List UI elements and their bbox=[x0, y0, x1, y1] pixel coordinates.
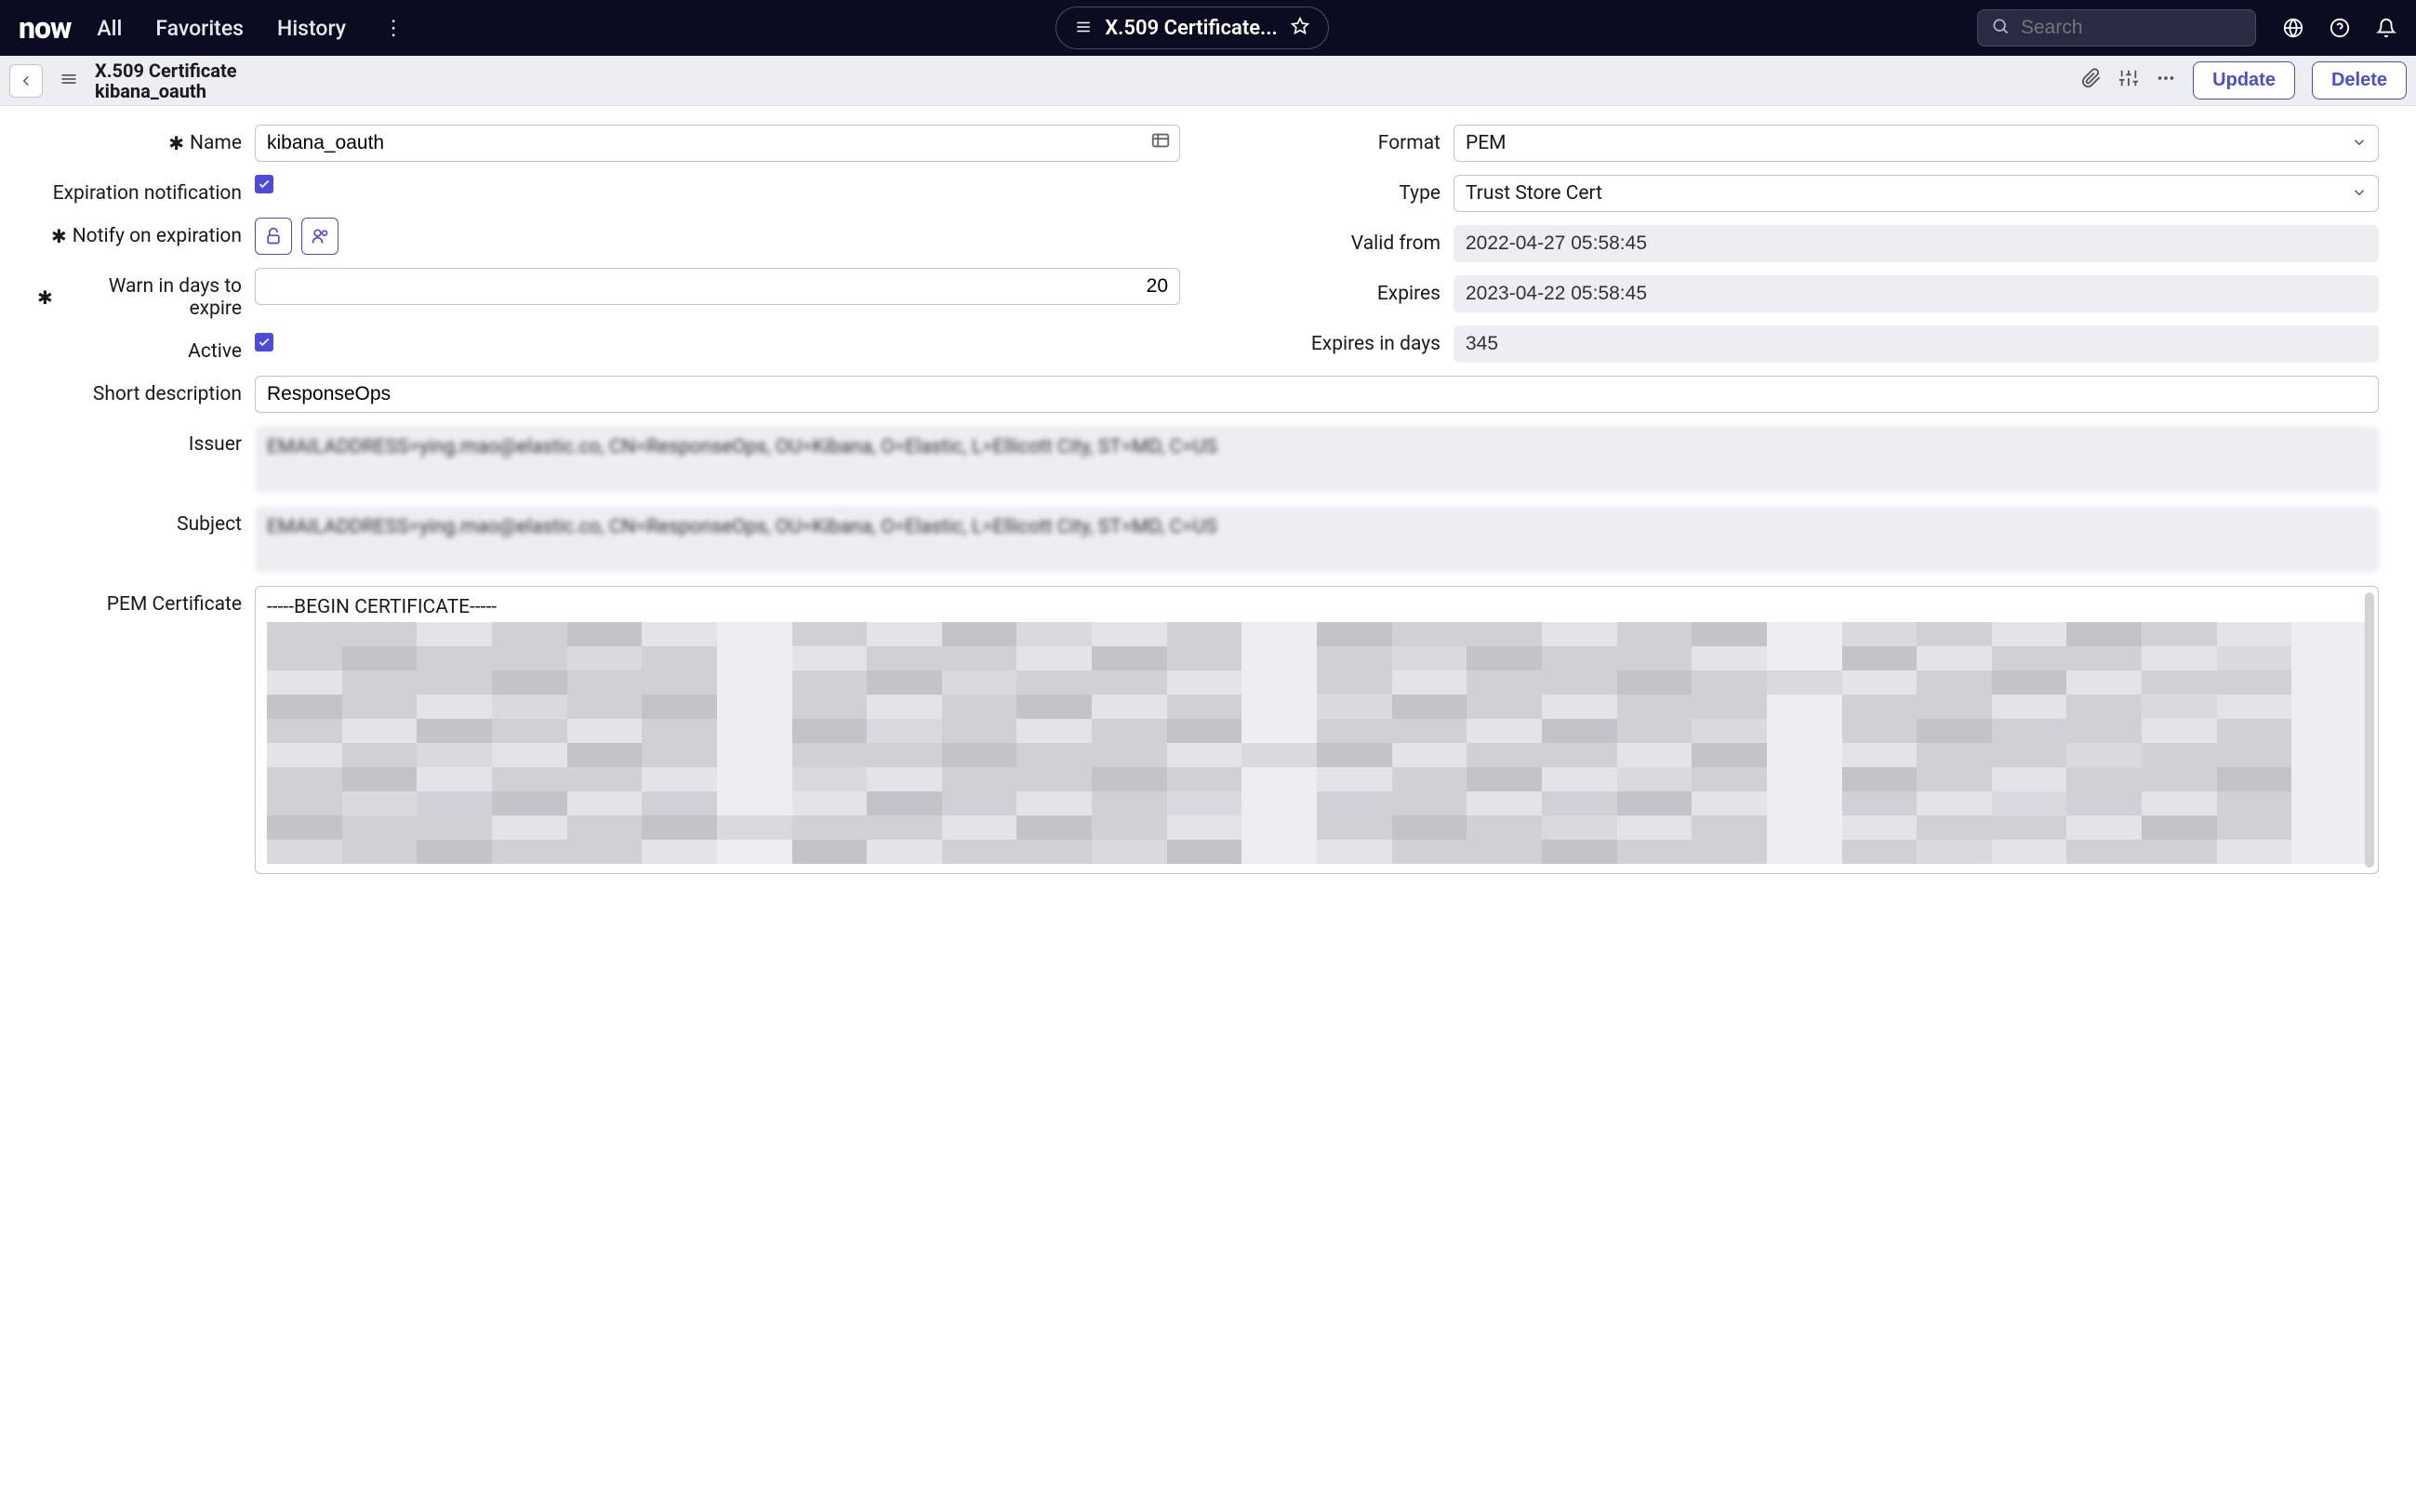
list-icon bbox=[1075, 15, 1092, 41]
short-description-input[interactable] bbox=[255, 376, 2379, 413]
nav-item-favorites[interactable]: Favorites bbox=[155, 16, 244, 41]
menu-icon[interactable] bbox=[56, 64, 82, 98]
active-label: Active bbox=[37, 333, 242, 363]
expires-in-days-label: Expires in days bbox=[1236, 325, 1440, 355]
form-right-column: Format PEM Type bbox=[1236, 125, 2379, 363]
notify-on-expiration-label: ✱ Notify on expiration bbox=[37, 218, 242, 247]
search-icon bbox=[1991, 15, 2010, 41]
filter-icon[interactable] bbox=[2118, 68, 2139, 94]
nav-item-history[interactable]: History bbox=[277, 16, 346, 41]
expiration-notification-checkbox[interactable] bbox=[255, 175, 273, 193]
redacted-mosaic bbox=[267, 622, 2367, 864]
valid-from-field bbox=[1454, 225, 2379, 262]
active-checkbox[interactable] bbox=[255, 333, 273, 351]
suggestion-icon[interactable] bbox=[1150, 130, 1171, 156]
mandatory-icon: ✱ bbox=[51, 225, 67, 247]
form-area: ✱ Name Expiration notification bbox=[0, 106, 2416, 893]
valid-from-label: Valid from bbox=[1236, 225, 1440, 255]
search-input[interactable] bbox=[2021, 17, 2242, 39]
nav-item-all[interactable]: All bbox=[97, 16, 122, 41]
type-label: Type bbox=[1236, 175, 1440, 205]
issuer-field: EMAILADDRESS=ying.mao@elastic.co, CN=Res… bbox=[255, 426, 2379, 493]
logo: now bbox=[19, 10, 71, 46]
mandatory-icon: ✱ bbox=[37, 286, 53, 309]
page-title-name: kibana_oauth bbox=[95, 81, 237, 101]
attachment-icon[interactable] bbox=[2081, 68, 2102, 94]
nav-right bbox=[2282, 17, 2397, 39]
pem-certificate-input[interactable]: -----BEGIN CERTIFICATE----- bbox=[255, 586, 2379, 874]
add-user-button[interactable] bbox=[301, 218, 339, 255]
update-button[interactable]: Update bbox=[2193, 61, 2295, 99]
breadcrumb-title: X.509 Certificate... bbox=[1105, 17, 1278, 40]
subheader: X.509 Certificate kibana_oauth Update De… bbox=[0, 56, 2416, 106]
subject-field: EMAILADDRESS=ying.mao@elastic.co, CN=Res… bbox=[255, 506, 2379, 573]
subheader-actions: Update Delete bbox=[2081, 61, 2407, 99]
issuer-label: Issuer bbox=[37, 426, 242, 456]
nav-more-icon[interactable]: ⋮ bbox=[379, 17, 407, 40]
warn-days-input[interactable] bbox=[255, 268, 1180, 305]
expires-field bbox=[1454, 275, 2379, 312]
nav-items: All Favorites History ⋮ bbox=[97, 16, 407, 41]
name-label: ✱ Name bbox=[37, 125, 242, 154]
top-nav: now All Favorites History ⋮ X.509 Certif… bbox=[0, 0, 2416, 56]
pem-header-text: -----BEGIN CERTIFICATE----- bbox=[256, 587, 2378, 622]
expires-in-days-field bbox=[1454, 325, 2379, 363]
breadcrumb-pill[interactable]: X.509 Certificate... bbox=[1055, 7, 1329, 49]
subject-label: Subject bbox=[37, 506, 242, 536]
pem-redacted-body bbox=[267, 622, 2367, 864]
page-title: X.509 Certificate kibana_oauth bbox=[95, 60, 237, 101]
help-icon[interactable] bbox=[2329, 17, 2351, 39]
mandatory-icon: ✱ bbox=[168, 132, 184, 154]
scrollbar[interactable] bbox=[2365, 592, 2374, 868]
unlock-button[interactable] bbox=[255, 218, 292, 255]
format-label: Format bbox=[1236, 125, 1440, 154]
warn-days-label: ✱ Warn in days to expire bbox=[37, 268, 242, 320]
expires-label: Expires bbox=[1236, 275, 1440, 305]
back-button[interactable] bbox=[9, 64, 43, 98]
delete-button[interactable]: Delete bbox=[2312, 61, 2407, 99]
bell-icon[interactable] bbox=[2375, 17, 2397, 39]
name-input[interactable] bbox=[255, 125, 1180, 162]
page-title-type: X.509 Certificate bbox=[95, 60, 237, 81]
type-select[interactable]: Trust Store Cert bbox=[1454, 175, 2379, 212]
pem-label: PEM Certificate bbox=[37, 586, 242, 616]
expiration-notification-label: Expiration notification bbox=[37, 175, 242, 205]
globe-icon[interactable] bbox=[2282, 17, 2304, 39]
form-left-column: ✱ Name Expiration notification bbox=[37, 125, 1180, 363]
format-select[interactable]: PEM bbox=[1454, 125, 2379, 162]
more-icon[interactable] bbox=[2156, 68, 2176, 94]
nav-center: X.509 Certificate... bbox=[433, 7, 1951, 49]
short-description-label: Short description bbox=[37, 376, 242, 405]
star-icon[interactable] bbox=[1291, 15, 1309, 41]
search-box[interactable] bbox=[1977, 9, 2256, 46]
